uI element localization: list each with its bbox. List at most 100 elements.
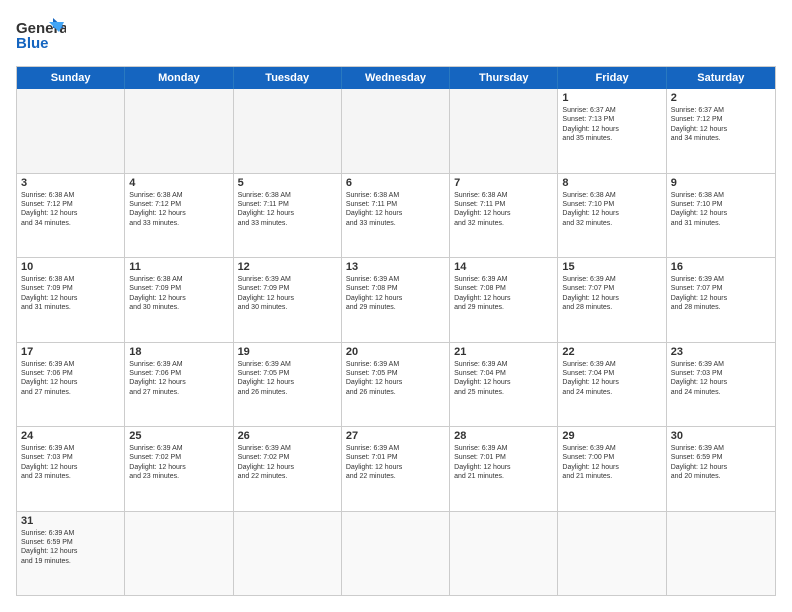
day-number: 23 xyxy=(671,346,771,358)
calendar-cell-1: 1Sunrise: 6:37 AM Sunset: 7:13 PM Daylig… xyxy=(558,89,666,173)
calendar-cell-14: 14 Sunrise: 6:39 AM Sunset: 7:08 PM Dayli… xyxy=(450,258,558,342)
day-number: 9 xyxy=(671,177,771,189)
day-info: Sunrise: 6:39 AM Sunset: 7:09 PM Dayligh… xyxy=(238,275,337,313)
calendar-cell-20: 20 Sunrise: 6:39 AM Sunset: 7:05 PM Dayli… xyxy=(342,343,450,427)
header-day-tuesday: Tuesday xyxy=(234,67,342,89)
day-number: 7 xyxy=(454,177,553,189)
calendar-cell-6: 6 Sunrise: 6:38 AM Sunset: 7:11 PM Daylig… xyxy=(342,174,450,258)
calendar-cell-empty xyxy=(125,89,233,173)
calendar-cell-16: 16 Sunrise: 6:39 AM Sunset: 7:07 PM Dayli… xyxy=(667,258,775,342)
day-info: Sunrise: 6:39 AM Sunset: 7:08 PM Dayligh… xyxy=(454,275,553,313)
day-number: 29 xyxy=(562,430,661,442)
day-info: Sunrise: 6:39 AM Sunset: 7:04 PM Dayligh… xyxy=(562,360,661,398)
day-number: 18 xyxy=(129,346,228,358)
day-info: Sunrise: 6:38 AM Sunset: 7:09 PM Dayligh… xyxy=(21,275,120,313)
day-number: 19 xyxy=(238,346,337,358)
calendar-cell-4: 4Sunrise: 6:38 AM Sunset: 7:12 PM Daylig… xyxy=(125,174,233,258)
calendar: SundayMondayTuesdayWednesdayThursdayFrid… xyxy=(16,66,776,596)
calendar-cell-12: 12 Sunrise: 6:39 AM Sunset: 7:09 PM Dayli… xyxy=(234,258,342,342)
calendar-cell-28: 28 Sunrise: 6:39 AM Sunset: 7:01 PM Dayli… xyxy=(450,427,558,511)
calendar-cell-19: 19 Sunrise: 6:39 AM Sunset: 7:05 PM Dayli… xyxy=(234,343,342,427)
day-number: 8 xyxy=(562,177,661,189)
calendar-cell-empty xyxy=(234,512,342,596)
day-info: Sunrise: 6:39 AM Sunset: 7:07 PM Dayligh… xyxy=(671,275,771,313)
calendar-week-5: 24Sunrise: 6:39 AM Sunset: 7:03 PM Dayli… xyxy=(17,426,775,511)
day-number: 21 xyxy=(454,346,553,358)
day-info: Sunrise: 6:39 AM Sunset: 7:03 PM Dayligh… xyxy=(21,444,120,482)
calendar-cell-25: 25Sunrise: 6:39 AM Sunset: 7:02 PM Dayli… xyxy=(125,427,233,511)
day-info: Sunrise: 6:38 AM Sunset: 7:10 PM Dayligh… xyxy=(671,191,771,229)
calendar-cell-29: 29 Sunrise: 6:39 AM Sunset: 7:00 PM Dayli… xyxy=(558,427,666,511)
calendar-cell-22: 22Sunrise: 6:39 AM Sunset: 7:04 PM Dayli… xyxy=(558,343,666,427)
day-number: 17 xyxy=(21,346,120,358)
day-info: Sunrise: 6:39 AM Sunset: 7:03 PM Dayligh… xyxy=(671,360,771,398)
calendar-cell-13: 13 Sunrise: 6:39 AM Sunset: 7:08 PM Dayli… xyxy=(342,258,450,342)
calendar-cell-27: 27Sunrise: 6:39 AM Sunset: 7:01 PM Dayli… xyxy=(342,427,450,511)
calendar-cell-empty xyxy=(234,89,342,173)
day-number: 2 xyxy=(671,92,771,104)
calendar-cell-2: 2 Sunrise: 6:37 AM Sunset: 7:12 PM Daylig… xyxy=(667,89,775,173)
day-info: Sunrise: 6:39 AM Sunset: 7:01 PM Dayligh… xyxy=(454,444,553,482)
header-day-monday: Monday xyxy=(125,67,233,89)
day-number: 6 xyxy=(346,177,445,189)
day-number: 14 xyxy=(454,261,553,273)
calendar-week-3: 10 Sunrise: 6:38 AM Sunset: 7:09 PM Dayli… xyxy=(17,257,775,342)
header-day-saturday: Saturday xyxy=(667,67,775,89)
day-number: 25 xyxy=(129,430,228,442)
logo: GeneralBlue xyxy=(16,16,66,56)
day-info: Sunrise: 6:39 AM Sunset: 7:06 PM Dayligh… xyxy=(21,360,120,398)
day-info: Sunrise: 6:39 AM Sunset: 7:07 PM Dayligh… xyxy=(562,275,661,313)
calendar-week-4: 17 Sunrise: 6:39 AM Sunset: 7:06 PM Dayli… xyxy=(17,342,775,427)
calendar-body: 1Sunrise: 6:37 AM Sunset: 7:13 PM Daylig… xyxy=(17,89,775,595)
day-number: 13 xyxy=(346,261,445,273)
day-number: 12 xyxy=(238,261,337,273)
calendar-cell-9: 9 Sunrise: 6:38 AM Sunset: 7:10 PM Daylig… xyxy=(667,174,775,258)
header: GeneralBlue xyxy=(16,16,776,56)
day-info: Sunrise: 6:39 AM Sunset: 7:05 PM Dayligh… xyxy=(346,360,445,398)
day-info: Sunrise: 6:39 AM Sunset: 7:02 PM Dayligh… xyxy=(238,444,337,482)
calendar-cell-3: 3 Sunrise: 6:38 AM Sunset: 7:12 PM Daylig… xyxy=(17,174,125,258)
day-info: Sunrise: 6:38 AM Sunset: 7:11 PM Dayligh… xyxy=(238,191,337,229)
calendar-cell-23: 23 Sunrise: 6:39 AM Sunset: 7:03 PM Dayli… xyxy=(667,343,775,427)
day-number: 15 xyxy=(562,261,661,273)
calendar-cell-empty xyxy=(667,512,775,596)
calendar-cell-18: 18Sunrise: 6:39 AM Sunset: 7:06 PM Dayli… xyxy=(125,343,233,427)
calendar-cell-empty xyxy=(17,89,125,173)
day-info: Sunrise: 6:39 AM Sunset: 7:00 PM Dayligh… xyxy=(562,444,661,482)
day-info: Sunrise: 6:38 AM Sunset: 7:12 PM Dayligh… xyxy=(129,191,228,229)
calendar-cell-empty xyxy=(125,512,233,596)
calendar-week-6: 31Sunrise: 6:39 AM Sunset: 6:59 PM Dayli… xyxy=(17,511,775,596)
day-number: 11 xyxy=(129,261,228,273)
day-info: Sunrise: 6:38 AM Sunset: 7:12 PM Dayligh… xyxy=(21,191,120,229)
svg-text:Blue: Blue xyxy=(16,35,49,52)
calendar-cell-empty xyxy=(342,89,450,173)
day-info: Sunrise: 6:39 AM Sunset: 7:05 PM Dayligh… xyxy=(238,360,337,398)
calendar-cell-empty xyxy=(450,512,558,596)
calendar-cell-empty xyxy=(342,512,450,596)
day-info: Sunrise: 6:38 AM Sunset: 7:11 PM Dayligh… xyxy=(346,191,445,229)
day-number: 31 xyxy=(21,515,120,527)
page: GeneralBlue SundayMondayTuesdayWednesday… xyxy=(0,0,792,612)
day-info: Sunrise: 6:38 AM Sunset: 7:09 PM Dayligh… xyxy=(129,275,228,313)
day-info: Sunrise: 6:39 AM Sunset: 7:04 PM Dayligh… xyxy=(454,360,553,398)
calendar-cell-5: 5Sunrise: 6:38 AM Sunset: 7:11 PM Daylig… xyxy=(234,174,342,258)
day-number: 3 xyxy=(21,177,120,189)
calendar-cell-26: 26 Sunrise: 6:39 AM Sunset: 7:02 PM Dayli… xyxy=(234,427,342,511)
day-number: 10 xyxy=(21,261,120,273)
day-number: 16 xyxy=(671,261,771,273)
day-info: Sunrise: 6:37 AM Sunset: 7:12 PM Dayligh… xyxy=(671,106,771,144)
day-number: 30 xyxy=(671,430,771,442)
calendar-cell-17: 17 Sunrise: 6:39 AM Sunset: 7:06 PM Dayli… xyxy=(17,343,125,427)
calendar-cell-24: 24Sunrise: 6:39 AM Sunset: 7:03 PM Dayli… xyxy=(17,427,125,511)
day-number: 26 xyxy=(238,430,337,442)
day-info: Sunrise: 6:39 AM Sunset: 7:01 PM Dayligh… xyxy=(346,444,445,482)
header-day-friday: Friday xyxy=(558,67,666,89)
day-number: 20 xyxy=(346,346,445,358)
day-info: Sunrise: 6:38 AM Sunset: 7:11 PM Dayligh… xyxy=(454,191,553,229)
day-info: Sunrise: 6:37 AM Sunset: 7:13 PM Dayligh… xyxy=(562,106,661,144)
day-number: 28 xyxy=(454,430,553,442)
calendar-week-1: 1Sunrise: 6:37 AM Sunset: 7:13 PM Daylig… xyxy=(17,89,775,173)
header-day-wednesday: Wednesday xyxy=(342,67,450,89)
calendar-cell-8: 8Sunrise: 6:38 AM Sunset: 7:10 PM Daylig… xyxy=(558,174,666,258)
day-info: Sunrise: 6:39 AM Sunset: 7:08 PM Dayligh… xyxy=(346,275,445,313)
